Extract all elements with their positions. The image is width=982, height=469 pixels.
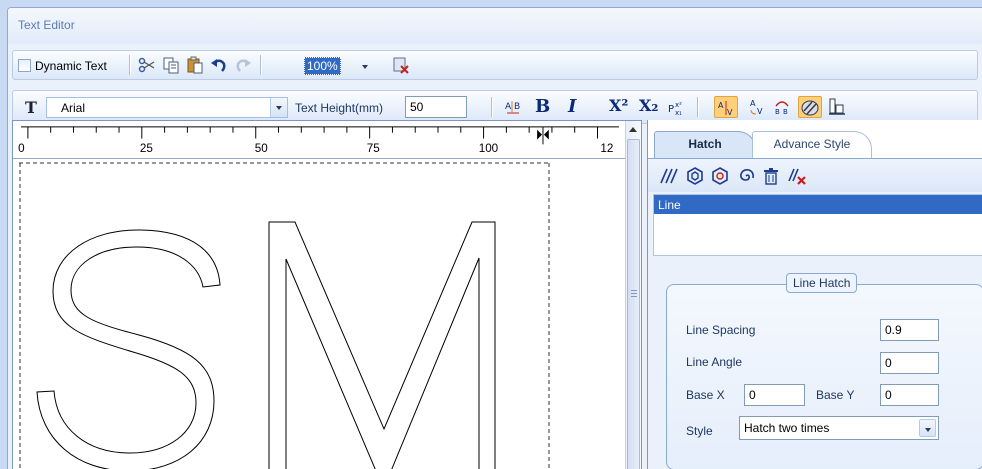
trash-icon[interactable] — [762, 167, 780, 185]
line-angle-input[interactable]: 0 — [880, 352, 939, 374]
superscript-subscript-icon[interactable]: P x² x₁ — [668, 98, 686, 116]
ruler-margin-marker[interactable] — [537, 126, 549, 145]
align-bottom-icon[interactable] — [828, 98, 846, 116]
offset-hatch-icon[interactable] — [711, 167, 729, 185]
base-x-label: Base X — [686, 388, 725, 402]
zoom-value: 100% — [304, 57, 341, 75]
hatch-list-item-line[interactable]: Line — [654, 195, 982, 214]
text-height-input[interactable]: 50 — [405, 96, 467, 118]
polygon-hatch-icon[interactable] — [686, 167, 704, 185]
ruler-label: 0 — [18, 142, 25, 155]
base-x-input[interactable]: 0 — [744, 384, 805, 406]
line-hatch-group: Line Hatch Line Spacing 0.9 Line Angle 0… — [666, 273, 982, 469]
line-spacing-input[interactable]: 0.9 — [880, 319, 939, 341]
delete-hatch-icon[interactable] — [788, 167, 806, 185]
svg-text:A: A — [718, 101, 724, 110]
tab-advance-style[interactable]: Advance Style — [752, 131, 872, 158]
text-height-value: 50 — [410, 100, 424, 114]
ruler-label: 100 — [479, 142, 499, 155]
vertical-scrollbar[interactable] — [625, 121, 641, 469]
style-value: Hatch two times — [744, 421, 830, 435]
svg-text:x₁: x₁ — [675, 109, 682, 116]
style-label: Style — [686, 424, 713, 438]
clear-icon[interactable] — [392, 56, 410, 74]
toolbar-separator — [260, 55, 261, 75]
arc-text-icon[interactable]: B B — [773, 98, 791, 116]
svg-text:A: A — [750, 99, 756, 108]
chevron-down-icon[interactable] — [357, 58, 374, 75]
scroll-up-arrow-icon[interactable] — [626, 121, 641, 138]
text-drawing — [19, 162, 550, 469]
font-name: Arial — [61, 101, 86, 115]
edit-toolbar: Dynamic Text 100% — [12, 50, 978, 80]
format-toolbar: T Arial Text Height(mm) 50 A B B I X² X₂… — [12, 90, 978, 124]
bold-button[interactable]: B — [535, 96, 550, 117]
hatch-panel: Hatch Advance Style Line Line Hatch Line… — [647, 120, 982, 469]
ruler-ticks — [21, 126, 619, 139]
panel-tabs: Hatch Advance Style — [648, 120, 982, 158]
drawing-canvas[interactable]: 0 25 50 75 100 12 — [12, 120, 642, 469]
svg-text:A: A — [505, 102, 512, 112]
font-icon: T — [25, 98, 37, 117]
style-select[interactable]: Hatch two times — [739, 416, 939, 440]
hatch-toolbar — [648, 158, 982, 192]
paste-icon[interactable] — [186, 56, 204, 74]
base-y-label: Base Y — [816, 388, 855, 402]
svg-text:B: B — [783, 108, 788, 116]
char-spacing-icon[interactable]: A B — [504, 98, 522, 116]
copy-icon[interactable] — [162, 56, 180, 74]
svg-text:x²: x² — [675, 101, 682, 109]
svg-text:B: B — [514, 102, 520, 112]
text-editor-window: Text Editor Dynamic Text 100% T Arial Te… — [7, 7, 982, 469]
zoom-select[interactable]: 100% — [271, 55, 375, 76]
horizontal-ruler: 0 25 50 75 100 12 — [13, 121, 627, 159]
svg-text:V: V — [757, 107, 763, 116]
vertical-text-icon: A V — [718, 101, 733, 117]
chevron-down-icon[interactable] — [919, 419, 936, 437]
font-select[interactable]: Arial — [46, 97, 288, 118]
hatch-list[interactable]: Line — [653, 194, 982, 256]
toolbar-separator — [697, 97, 698, 117]
italic-button[interactable]: I — [568, 96, 576, 117]
hatch-fill-button[interactable] — [798, 96, 822, 118]
svg-text:V: V — [727, 108, 733, 117]
tab-hatch[interactable]: Hatch — [654, 131, 756, 158]
subscript-button[interactable]: X₂ — [639, 96, 658, 115]
cut-icon[interactable] — [138, 56, 156, 74]
svg-text:P: P — [668, 104, 674, 115]
title-bar: Text Editor — [8, 8, 982, 44]
undo-icon[interactable] — [210, 56, 228, 74]
scrollbar-grip — [631, 290, 637, 299]
line-spacing-label: Line Spacing — [686, 323, 756, 337]
ruler-label: 12 — [600, 142, 613, 155]
superscript-button[interactable]: X² — [609, 96, 628, 115]
spiral-hatch-icon[interactable] — [737, 167, 755, 185]
scrollbar-thumb[interactable] — [627, 139, 640, 469]
letter-s-outline — [36, 229, 221, 469]
ruler-label: 25 — [140, 142, 153, 155]
chevron-down-icon[interactable] — [270, 98, 287, 117]
line-hatch-group-title: Line Hatch — [786, 273, 858, 293]
toolbar-separator — [129, 55, 130, 75]
line-angle-label: Line Angle — [686, 355, 743, 369]
vertical-text-button[interactable]: A V — [714, 96, 738, 118]
ruler-label: 50 — [255, 142, 268, 155]
base-y-input[interactable]: 0 — [880, 384, 939, 406]
line-hatch-icon[interactable] — [660, 167, 678, 185]
letter-m-outline — [268, 221, 496, 469]
text-height-label: Text Height(mm) — [295, 101, 384, 115]
dynamic-text-label: Dynamic Text — [35, 59, 107, 73]
redo-icon[interactable] — [234, 56, 252, 74]
toolbar-separator — [491, 97, 492, 117]
rotate-text-icon[interactable]: A V — [748, 98, 766, 116]
svg-text:B: B — [775, 108, 780, 116]
window-title: Text Editor — [18, 18, 75, 32]
dynamic-text-checkbox[interactable] — [18, 59, 31, 72]
ruler-label: 75 — [367, 142, 380, 155]
hatch-fill-icon — [801, 100, 819, 116]
